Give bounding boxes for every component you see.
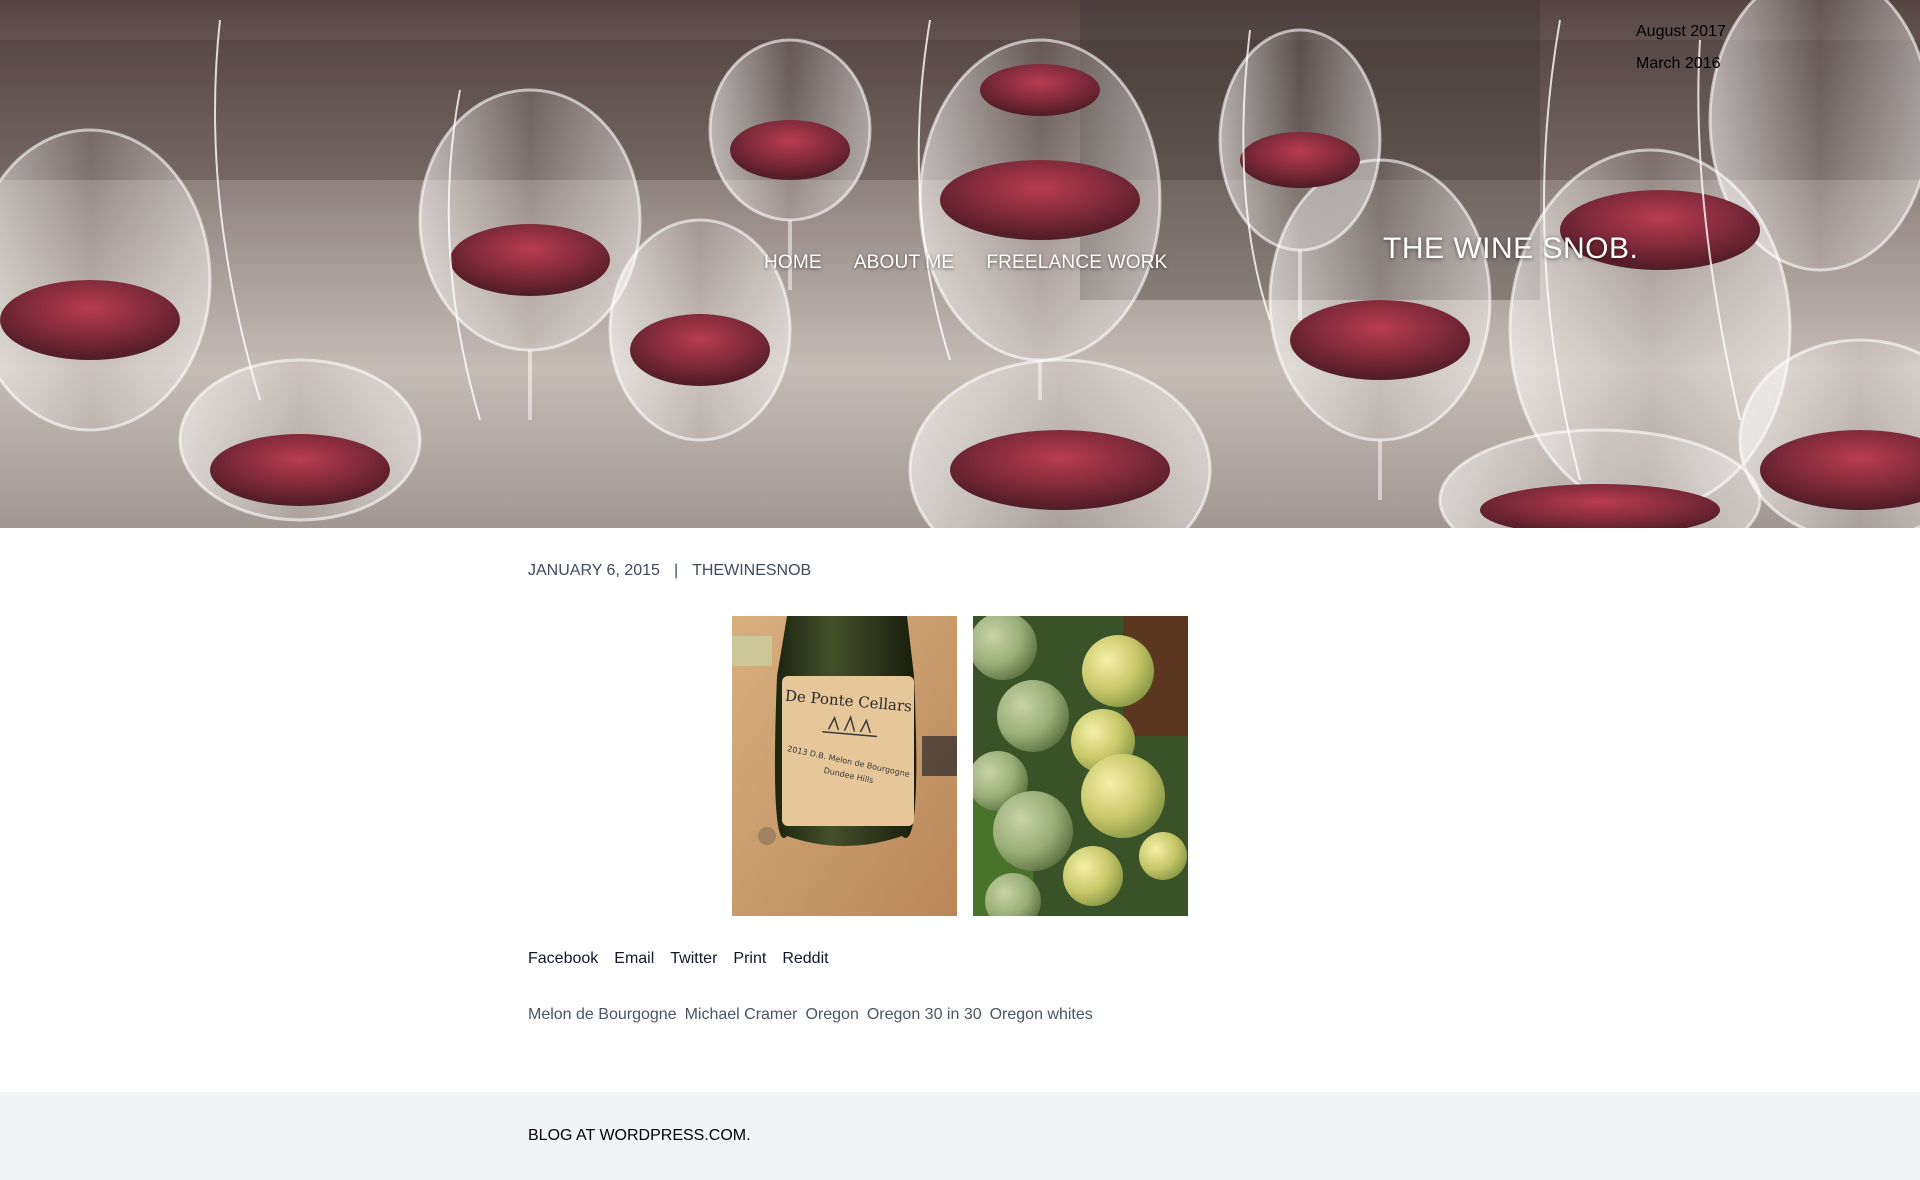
share-email[interactable]: Email — [614, 950, 654, 968]
share-print[interactable]: Print — [733, 950, 766, 968]
post-gallery: De Ponte Cellars 2013 D.B. Melon de Bour… — [732, 616, 1188, 916]
share-twitter[interactable]: Twitter — [670, 950, 717, 968]
archive-item[interactable]: August 2017 — [1636, 16, 1726, 48]
site-title[interactable]: THE WINE SNOB. — [1383, 232, 1638, 266]
tag-link[interactable]: Melon de Bourgogne — [528, 1006, 677, 1024]
share-reddit[interactable]: Reddit — [782, 950, 828, 968]
post-tags: Melon de Bourgogne Michael Cramer Oregon… — [528, 1006, 1093, 1024]
site-footer: BLOG AT WORDPRESS.COM. — [0, 1092, 1920, 1180]
nav-item-freelance-work[interactable]: FREELANCE WORK — [986, 252, 1167, 274]
tag-link[interactable]: Oregon whites — [990, 1006, 1093, 1024]
nav-item-home[interactable]: HOME — [764, 252, 822, 274]
archive-list: August 2017 March 2016 — [1636, 16, 1726, 80]
archive-link[interactable]: August 2017 — [1636, 23, 1726, 40]
tag-link[interactable]: Oregon — [805, 1006, 858, 1024]
post-author[interactable]: THEWINESNOB — [692, 562, 811, 580]
share-links: Facebook Email Twitter Print Reddit — [528, 950, 829, 968]
archive-item[interactable]: March 2016 — [1636, 48, 1726, 80]
post-date[interactable]: JANUARY 6, 2015 — [528, 562, 660, 580]
footer-credit-link[interactable]: BLOG AT WORDPRESS.COM. — [528, 1127, 751, 1145]
main-navigation: HOME ABOUT ME FREELANCE WORK — [764, 252, 1168, 274]
meta-separator: | — [673, 562, 679, 579]
wine-bottle-photo[interactable]: De Ponte Cellars 2013 D.B. Melon de Bour… — [732, 616, 957, 916]
nav-item-about-me[interactable]: ABOUT ME — [854, 252, 955, 274]
post-meta: JANUARY 6, 2015 | THEWINESNOB — [528, 562, 811, 580]
share-facebook[interactable]: Facebook — [528, 950, 598, 968]
tag-link[interactable]: Oregon 30 in 30 — [867, 1006, 982, 1024]
tag-link[interactable]: Michael Cramer — [685, 1006, 798, 1024]
archive-link[interactable]: March 2016 — [1636, 55, 1721, 72]
header-hero: August 2017 March 2016 HOME ABOUT ME FRE… — [0, 0, 1920, 528]
grapes-photo[interactable] — [973, 616, 1188, 916]
